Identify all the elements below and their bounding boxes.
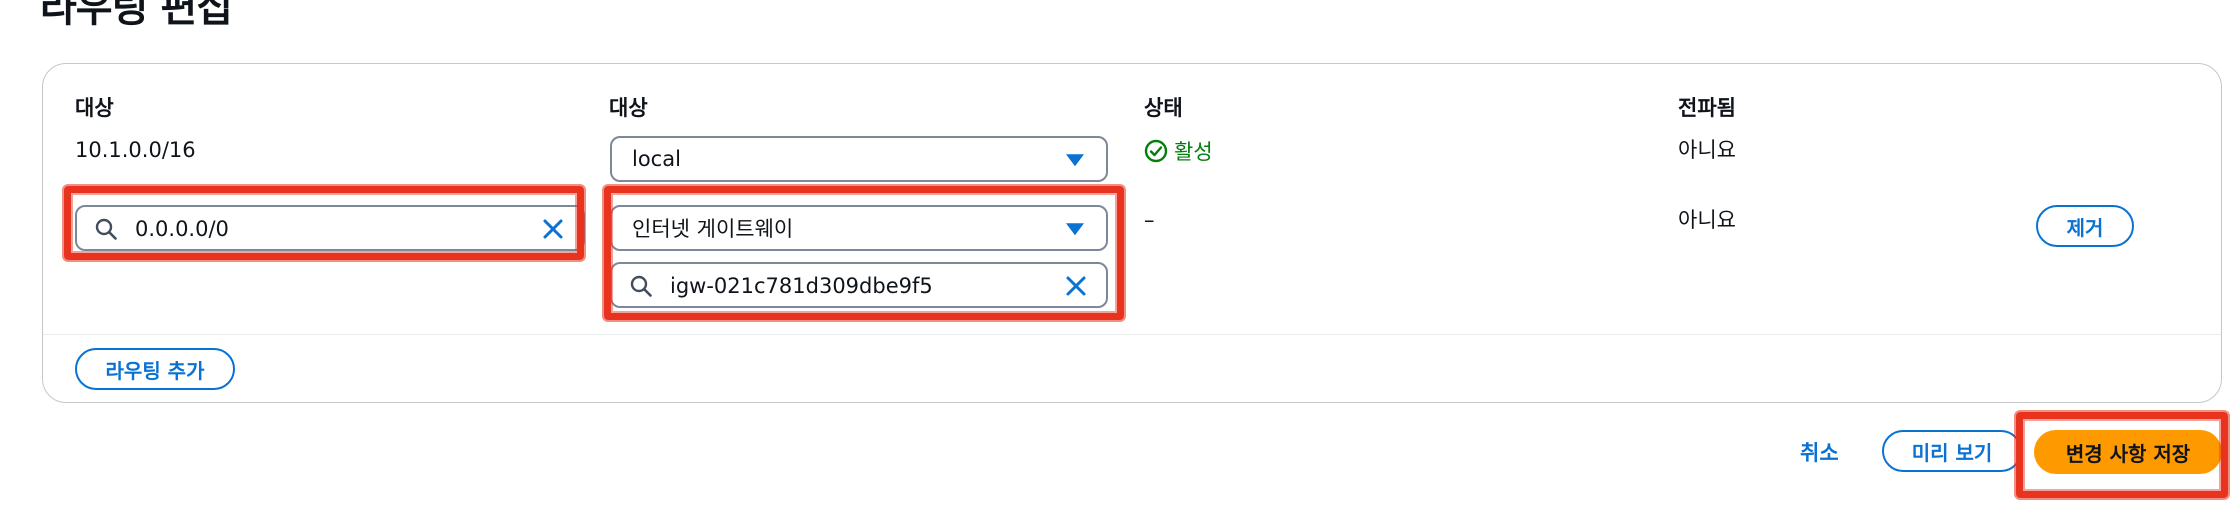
- divider: [43, 334, 2221, 335]
- cancel-button[interactable]: 취소: [1800, 437, 1839, 467]
- save-changes-button[interactable]: 변경 사항 저장: [2034, 430, 2222, 474]
- status-badge: 활성: [1144, 136, 1213, 166]
- remove-route-button[interactable]: 제거: [2036, 205, 2134, 247]
- status-text: –: [1144, 208, 1155, 232]
- column-header-target: 대상: [609, 96, 648, 120]
- column-header-destination: 대상: [75, 96, 114, 120]
- edit-routes-page: 라우팅 편집 대상 대상 상태 전파됨 10.1.0.0/16 local 활성…: [0, 0, 2236, 508]
- column-header-propagated: 전파됨: [1678, 96, 1736, 120]
- close-icon[interactable]: [1064, 274, 1088, 298]
- search-icon: [95, 218, 117, 240]
- target-type-select-value: 인터넷 게이트웨이: [632, 217, 794, 241]
- caret-down-icon: [1066, 223, 1084, 236]
- column-header-status: 상태: [1144, 96, 1183, 120]
- propagated-text: 아니요: [1678, 138, 1736, 162]
- target-select[interactable]: local: [610, 136, 1108, 182]
- gateway-search-input[interactable]: igw-021c781d309dbe9f5: [610, 262, 1108, 308]
- target-type-select[interactable]: 인터넷 게이트웨이: [610, 205, 1108, 251]
- caret-down-icon: [1066, 154, 1084, 167]
- status-text: 활성: [1174, 140, 1213, 164]
- destination-input[interactable]: 0.0.0.0/0: [75, 205, 585, 251]
- check-circle-icon: [1144, 139, 1168, 163]
- add-route-button[interactable]: 라우팅 추가: [75, 348, 235, 390]
- gateway-search-value: igw-021c781d309dbe9f5: [670, 274, 933, 298]
- propagated-text: 아니요: [1678, 208, 1736, 232]
- routes-panel: 대상 대상 상태 전파됨 10.1.0.0/16 local 활성 아니요 0.…: [42, 63, 2222, 403]
- search-icon: [630, 275, 652, 297]
- page-title: 라우팅 편집: [40, 0, 233, 31]
- target-select-value: local: [632, 147, 681, 171]
- preview-button[interactable]: 미리 보기: [1882, 430, 2022, 472]
- destination-input-value: 0.0.0.0/0: [135, 217, 229, 241]
- route-destination-text: 10.1.0.0/16: [75, 138, 196, 162]
- close-icon[interactable]: [541, 217, 565, 241]
